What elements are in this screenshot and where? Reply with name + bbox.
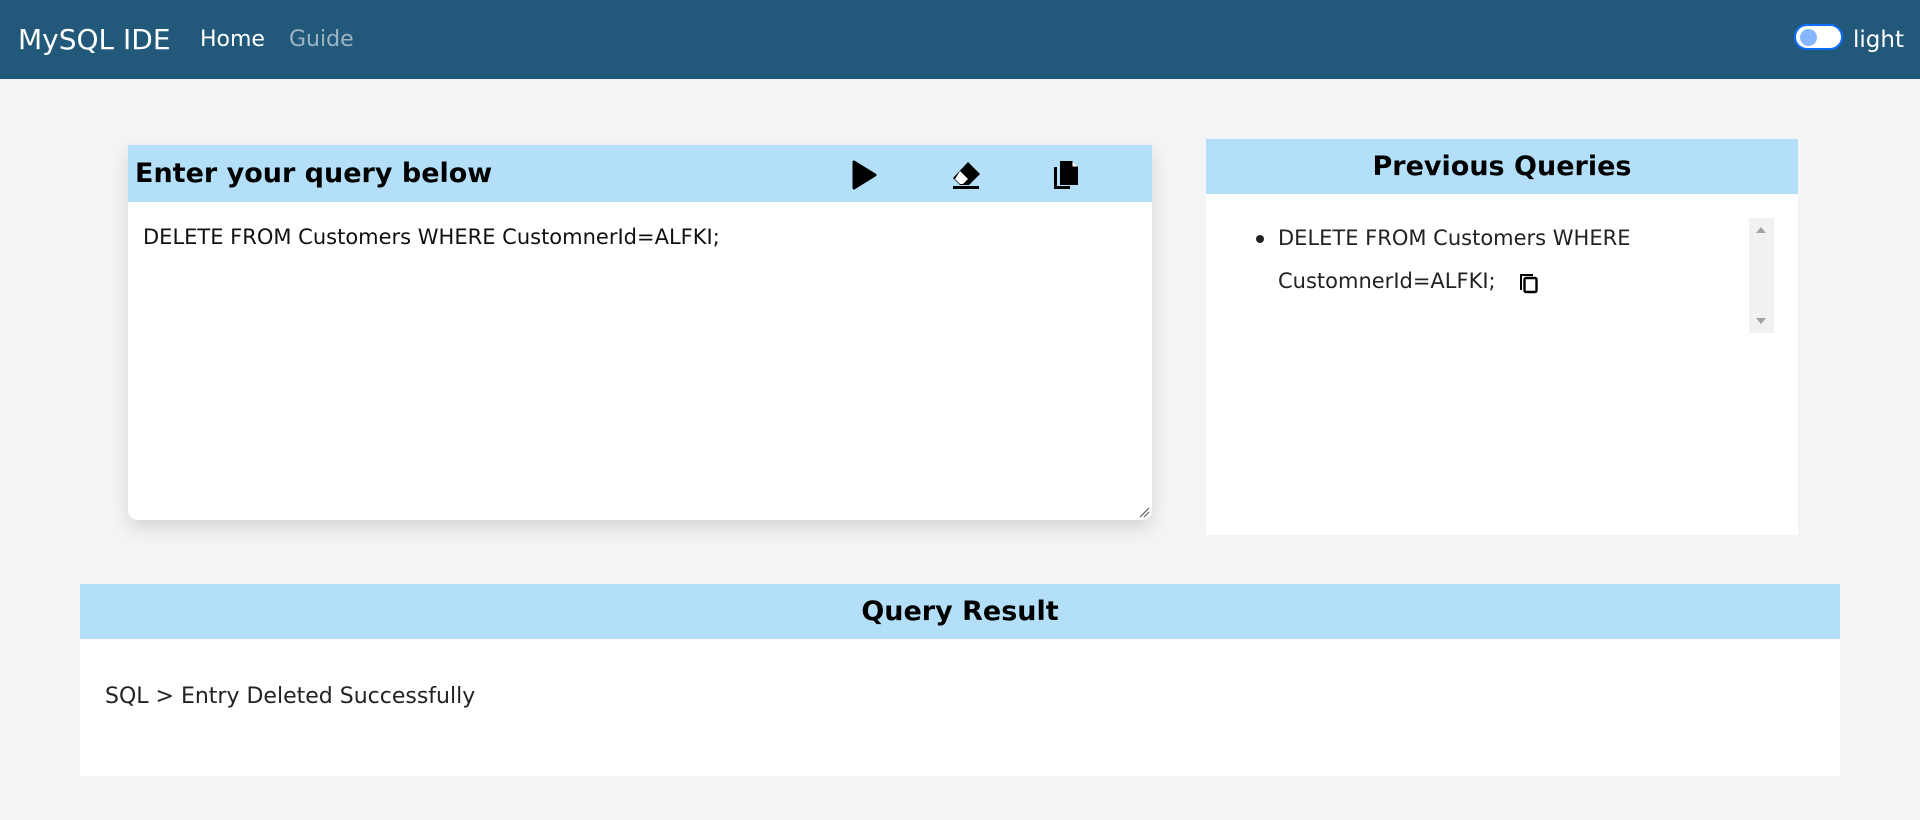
previous-queries-title: Previous Queries bbox=[1372, 151, 1632, 182]
navbar: MySQL IDE Home Guide light bbox=[0, 0, 1920, 79]
copy-icon bbox=[1054, 161, 1078, 189]
clear-query-button[interactable] bbox=[948, 158, 984, 192]
scroll-down-arrow-icon[interactable] bbox=[1756, 318, 1766, 324]
toggle-knob bbox=[1800, 29, 1817, 46]
play-icon bbox=[852, 160, 877, 190]
previous-query-line1: DELETE FROM Customers WHERE bbox=[1278, 226, 1631, 250]
previous-query-line2-row: CustomnerId=ALFKI; bbox=[1278, 260, 1658, 303]
previous-queries-header: Previous Queries bbox=[1206, 139, 1798, 194]
theme-toggle-switch[interactable] bbox=[1794, 24, 1843, 50]
query-result-title: Query Result bbox=[861, 596, 1059, 627]
bullet-icon bbox=[1256, 235, 1264, 243]
query-result-header: Query Result bbox=[80, 584, 1840, 639]
nav-link-home[interactable]: Home bbox=[200, 0, 265, 79]
list-item: DELETE FROM Customers WHERE CustomnerId=… bbox=[1256, 217, 1658, 303]
run-query-button[interactable] bbox=[846, 158, 882, 192]
brand-title[interactable]: MySQL IDE bbox=[18, 0, 171, 79]
scroll-up-arrow-icon[interactable] bbox=[1756, 227, 1766, 233]
query-result-card: Query Result SQL > Entry Deleted Success… bbox=[80, 584, 1840, 776]
query-editor-card: Enter your query below DELETE FROM Custo… bbox=[128, 145, 1152, 520]
previous-queries-card: Previous Queries DELETE FROM Customers W… bbox=[1206, 139, 1798, 535]
eraser-icon bbox=[953, 162, 980, 189]
copy-query-button[interactable] bbox=[1048, 158, 1084, 192]
editor-title: Enter your query below bbox=[135, 158, 493, 189]
previous-query-line2: CustomnerId=ALFKI; bbox=[1278, 269, 1496, 293]
nav-link-guide[interactable]: Guide bbox=[289, 0, 354, 79]
copy-icon[interactable] bbox=[1518, 270, 1540, 294]
theme-label: light bbox=[1853, 26, 1904, 53]
query-result-output: SQL > Entry Deleted Successfully bbox=[105, 684, 476, 709]
previous-queries-scrollbar[interactable] bbox=[1749, 218, 1774, 333]
query-textarea[interactable]: DELETE FROM Customers WHERE CustomnerId=… bbox=[143, 225, 1133, 249]
editor-header: Enter your query below bbox=[128, 145, 1152, 202]
resize-handle-icon[interactable] bbox=[1138, 506, 1150, 518]
previous-queries-list: DELETE FROM Customers WHERE CustomnerId=… bbox=[1256, 217, 1658, 303]
